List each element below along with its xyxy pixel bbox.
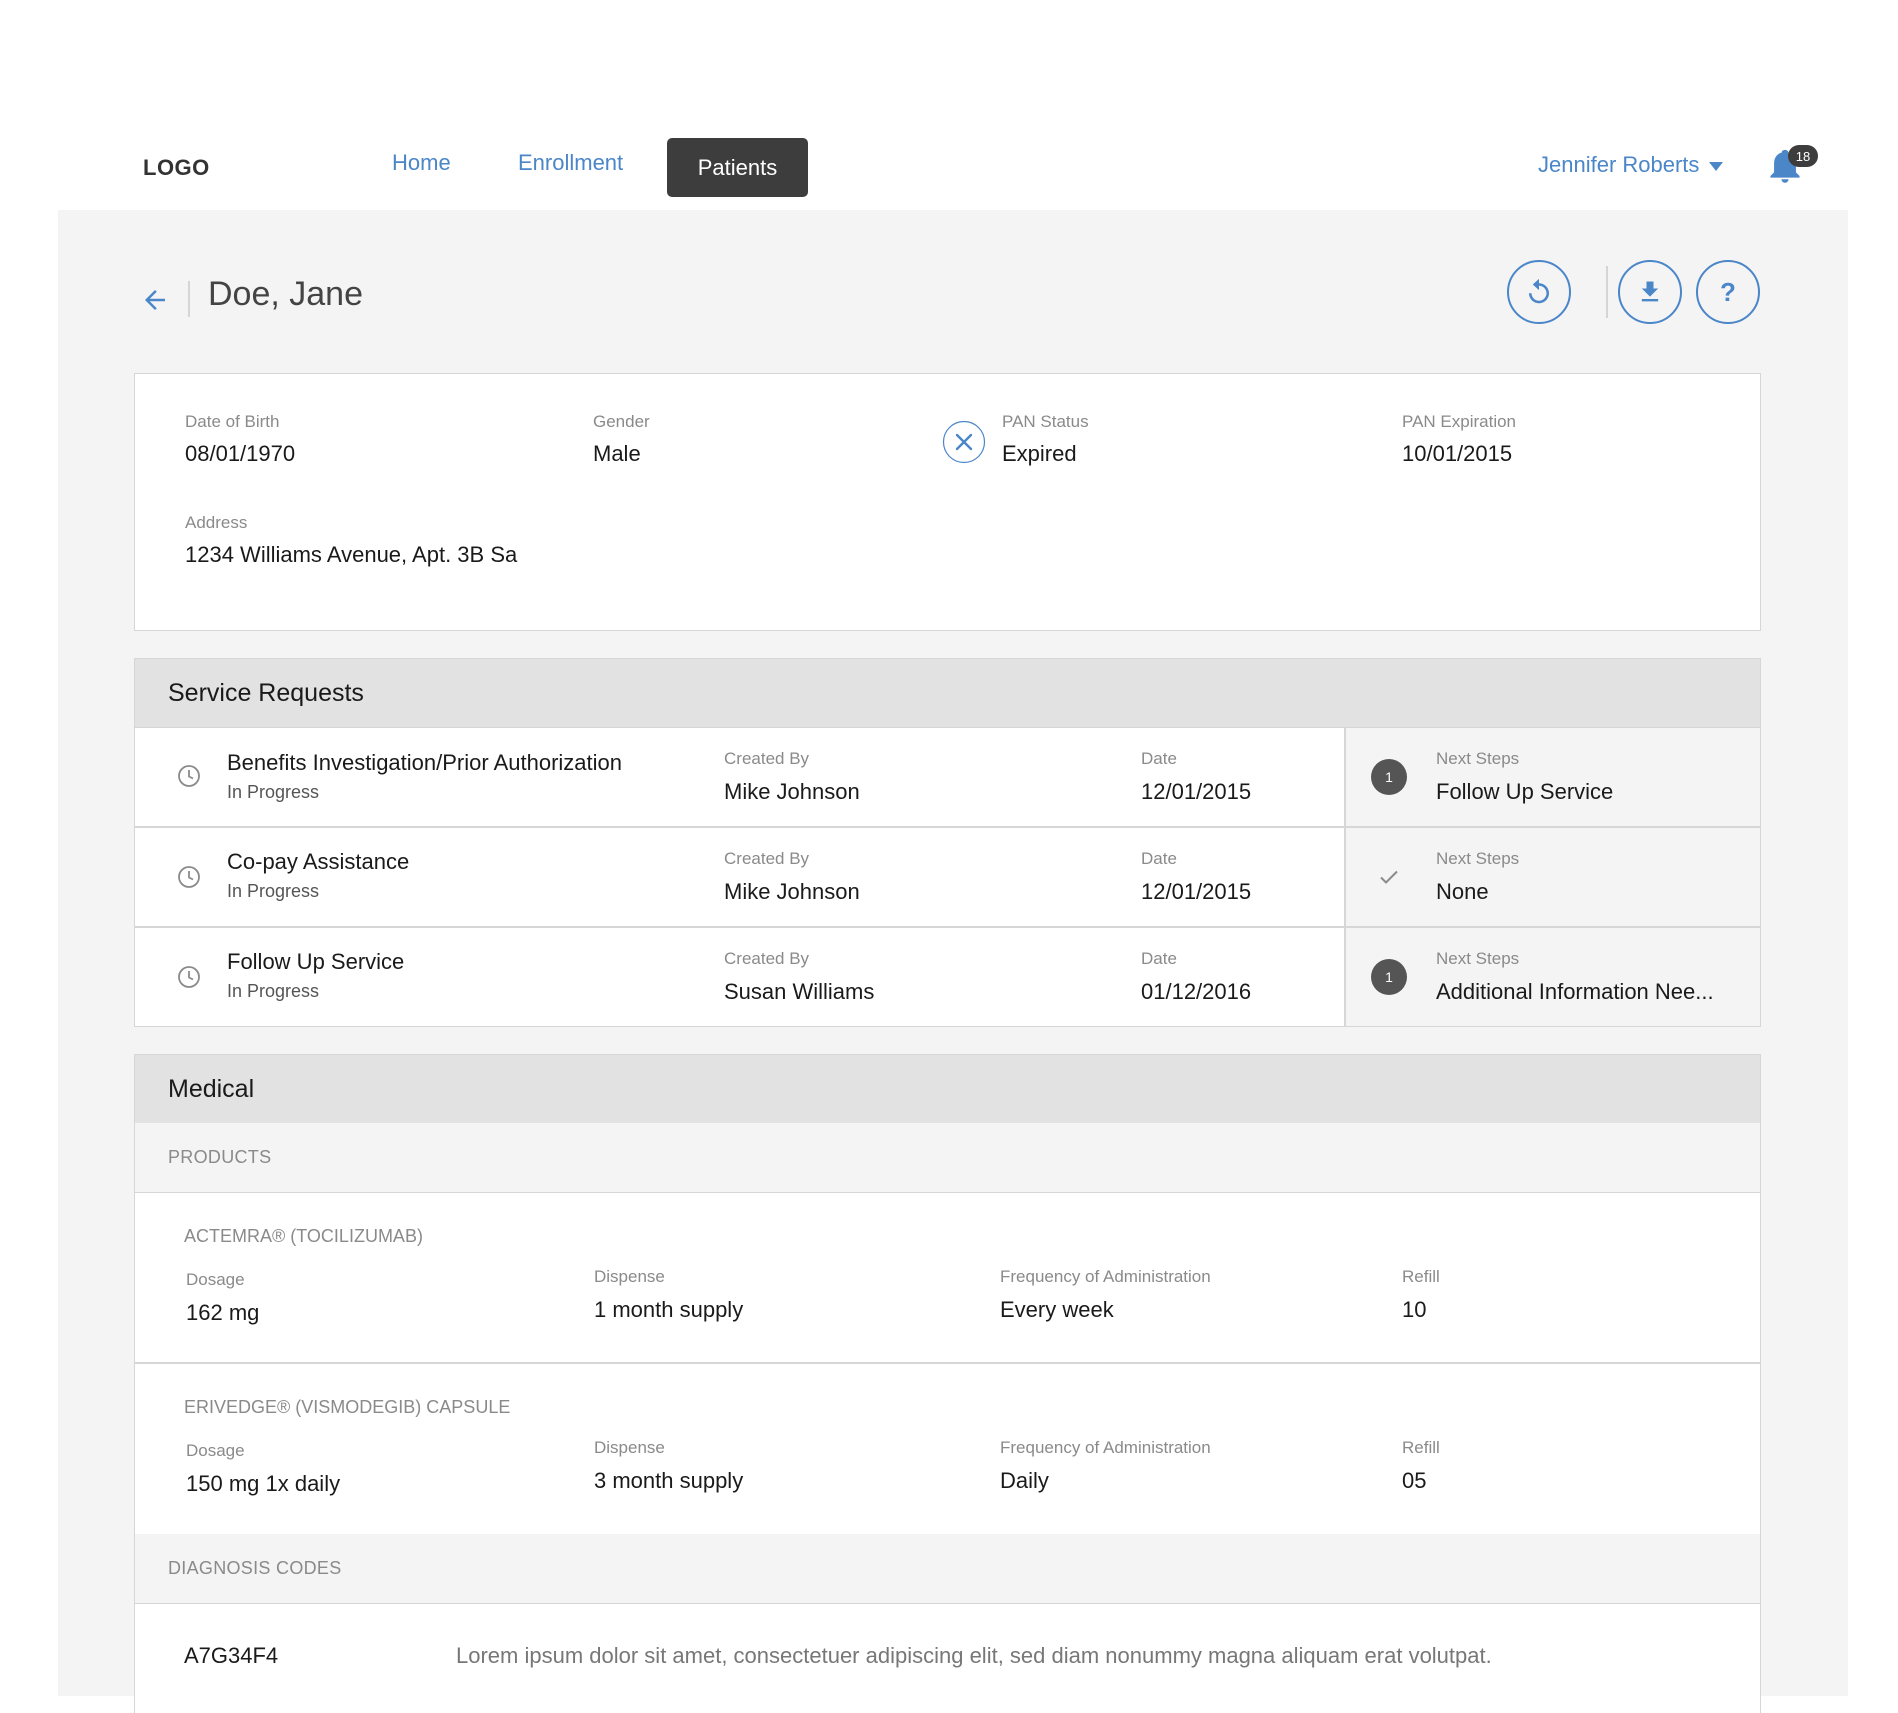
row-divider [135, 1362, 1760, 1364]
created-by-label: Created By [724, 949, 810, 968]
page-title: Doe, Jane [208, 275, 363, 313]
dosage-label: Dosage [186, 1441, 245, 1460]
action-divider [1606, 266, 1608, 318]
back-arrow-icon[interactable] [140, 285, 170, 315]
address-label: Address [185, 513, 248, 532]
request-name[interactable]: Benefits Investigation/Prior Authorizati… [227, 750, 622, 776]
dispense-value: 3 month supply [594, 1468, 744, 1493]
patient-info-card [134, 373, 1761, 631]
nav-home[interactable]: Home [392, 150, 451, 176]
pan-status-label: PAN Status [1002, 412, 1089, 431]
checkmark-icon [1380, 870, 1398, 884]
dosage-value: 150 mg 1x daily [186, 1471, 341, 1496]
product-name: ERIVEDGE® (VISMODEGIB) CAPSULE [184, 1397, 511, 1417]
address-value: 1234 Williams Avenue, Apt. 3B Sa [185, 542, 518, 567]
dob-value: 08/01/1970 [185, 441, 296, 466]
product-name: ACTEMRA® (TOCILIZUMAB) [184, 1226, 423, 1246]
service-request-row[interactable] [134, 827, 1344, 926]
chevron-down-icon [1709, 162, 1724, 171]
created-by-value: Mike Johnson [724, 779, 860, 804]
pan-expiration-value: 10/01/2015 [1402, 441, 1513, 466]
date-label: Date [1141, 849, 1177, 868]
refresh-button[interactable] [1507, 260, 1571, 324]
frequency-label: Frequency of Administration [1000, 1267, 1211, 1286]
logo[interactable]: LOGO [143, 155, 210, 181]
frequency-label: Frequency of Administration [1000, 1438, 1211, 1457]
created-by-value: Mike Johnson [724, 879, 860, 904]
request-name[interactable]: Co-pay Assistance [227, 849, 409, 875]
clock-icon [178, 765, 200, 787]
section-title: Service Requests [168, 678, 364, 707]
created-by-value: Susan Williams [724, 979, 875, 1004]
dispense-value: 1 month supply [594, 1297, 744, 1322]
service-request-row[interactable] [134, 728, 1344, 826]
help-icon: ? [1720, 276, 1736, 307]
clock-icon [178, 866, 200, 888]
dispense-label: Dispense [594, 1267, 665, 1286]
next-steps-value[interactable]: Follow Up Service [1436, 779, 1613, 805]
section-title: Medical [168, 1074, 255, 1103]
date-value: 12/01/2015 [1141, 779, 1252, 804]
next-steps-label: Next Steps [1436, 749, 1520, 768]
help-button[interactable]: ? [1696, 260, 1760, 324]
download-icon [1641, 281, 1659, 302]
pan-status-value: Expired [1002, 441, 1077, 466]
frequency-value: Every week [1000, 1297, 1114, 1322]
dosage-label: Dosage [186, 1270, 245, 1289]
dispense-label: Dispense [594, 1438, 665, 1457]
products-label: PRODUCTS [168, 1147, 272, 1167]
service-request-row[interactable] [134, 927, 1344, 1026]
dosage-value: 162 mg [186, 1300, 260, 1325]
next-steps-value: None [1436, 879, 1489, 904]
next-steps-count-badge: 1 [1371, 959, 1407, 995]
expired-x-icon [942, 420, 986, 464]
clock-icon [178, 966, 200, 988]
created-by-label: Created By [724, 849, 810, 868]
notification-badge: 18 [1788, 145, 1818, 167]
diagnosis-description: Lorem ipsum dolor sit amet, consectetuer… [456, 1643, 1492, 1668]
date-value: 12/01/2015 [1141, 879, 1252, 904]
request-status: In Progress [227, 782, 320, 802]
date-value: 01/12/2016 [1141, 979, 1252, 1004]
request-status: In Progress [227, 981, 320, 1001]
service-requests-header: Service Requests [134, 658, 1761, 728]
download-button[interactable] [1618, 260, 1682, 324]
user-menu[interactable]: Jennifer Roberts [1538, 152, 1724, 178]
refill-value: 10 [1402, 1297, 1427, 1322]
diagnosis-label: DIAGNOSIS CODES [168, 1558, 342, 1578]
medical-header: Medical [134, 1054, 1761, 1124]
refill-value: 05 [1402, 1468, 1427, 1493]
column-divider [1344, 728, 1346, 1026]
request-status: In Progress [227, 881, 320, 901]
date-label: Date [1141, 749, 1177, 768]
diagnosis-subheader: DIAGNOSIS CODES [134, 1534, 1761, 1604]
refill-label: Refill [1402, 1267, 1440, 1286]
request-name[interactable]: Follow Up Service [227, 949, 404, 975]
created-by-label: Created By [724, 749, 810, 768]
refresh-icon [1529, 278, 1549, 304]
gender-value: Male [593, 441, 641, 466]
pan-expiration-label: PAN Expiration [1402, 412, 1517, 431]
frequency-value: Daily [1000, 1468, 1049, 1493]
date-label: Date [1141, 949, 1177, 968]
products-subheader: PRODUCTS [134, 1123, 1761, 1193]
next-steps-value[interactable]: Additional Information Nee... [1436, 979, 1714, 1005]
next-steps-label: Next Steps [1436, 949, 1520, 968]
refill-label: Refill [1402, 1438, 1440, 1457]
gender-label: Gender [593, 412, 650, 431]
next-steps-label: Next Steps [1436, 849, 1520, 868]
next-steps-count-badge: 1 [1371, 759, 1407, 795]
dob-label: Date of Birth [185, 412, 280, 431]
header-divider [188, 281, 190, 317]
user-name: Jennifer Roberts [1538, 152, 1700, 177]
nav-patients[interactable]: Patients [667, 138, 808, 197]
diagnosis-code: A7G34F4 [184, 1643, 279, 1668]
nav-enrollment[interactable]: Enrollment [518, 150, 623, 176]
